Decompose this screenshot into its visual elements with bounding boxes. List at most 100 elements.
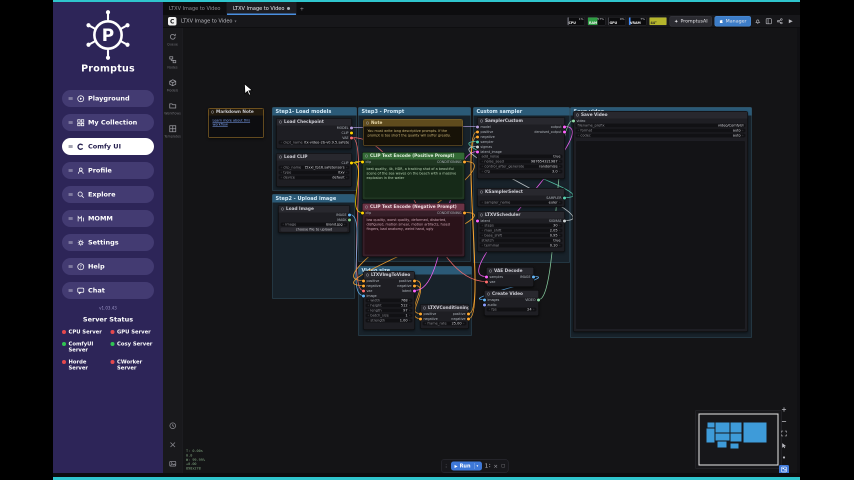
decrement-icon[interactable]: ‹ [283, 223, 284, 227]
collapse-dot-icon[interactable] [480, 214, 483, 217]
fit-view-button[interactable] [779, 429, 789, 438]
widget-format[interactable]: ‹formatauto› [576, 129, 746, 133]
widget-ckpt_name[interactable]: ‹ckpt_nameltx-video-2b-v0.9.5.safetensor… [279, 141, 350, 145]
workflow-tab[interactable]: LTXV Image to Video [163, 2, 227, 15]
widget-max_shift[interactable]: ‹max_shift2.05› [480, 229, 563, 233]
share-icon[interactable] [776, 17, 785, 26]
node-clip-positive[interactable]: CLIP Text Encode (Positive Prompt)clipCO… [362, 152, 465, 200]
widget-height[interactable]: ‹height512› [366, 304, 413, 308]
increment-icon[interactable]: › [559, 224, 560, 228]
collapse-dot-icon[interactable] [366, 274, 369, 277]
output-port-positive[interactable] [467, 313, 470, 316]
decrement-icon[interactable]: ‹ [578, 134, 579, 138]
decrement-icon[interactable]: ‹ [482, 201, 483, 205]
increment-icon[interactable]: › [346, 171, 347, 175]
batch-count-stepper[interactable]: 1 ▴▾ [485, 463, 491, 469]
widget-add_noise[interactable]: add_noisetrue [480, 155, 563, 159]
zoom-out-button[interactable] [779, 417, 789, 426]
decrement-icon[interactable]: ‹ [368, 319, 369, 323]
collapse-dot-icon[interactable] [576, 114, 579, 117]
workflow-help-link[interactable]: Learn more about this workflow [213, 119, 260, 127]
node-sampler-custom[interactable]: SamplerCustommodeloutputpositivedenoised… [477, 117, 565, 179]
sidebar-item-help[interactable]: ≡?Help [62, 258, 154, 275]
node-ksampler-select[interactable]: KSamplerSelectSAMPLER‹sampler_nameeuler› [477, 188, 565, 207]
increment-icon[interactable]: › [559, 201, 560, 205]
tool-templates[interactable]: Templates [163, 125, 182, 138]
output-port-negative[interactable] [413, 285, 416, 288]
widget-choose-file-to-upload[interactable]: choose file to upload [281, 228, 348, 232]
workflow-name[interactable]: LTXV Image to Video [181, 19, 232, 25]
widget-strength[interactable]: ‹strength1.00› [366, 319, 413, 323]
zoom-in-button[interactable] [779, 405, 789, 414]
input-port-video[interactable] [572, 120, 575, 123]
increment-icon[interactable]: › [409, 304, 410, 308]
comfyui-logo[interactable]: C [168, 17, 177, 26]
tool-gallery[interactable] [163, 460, 182, 470]
collapse-dot-icon[interactable] [365, 206, 368, 209]
widget-image[interactable]: ‹imageisland.jpg› [281, 223, 348, 227]
widget-device[interactable]: ‹devicedefault› [279, 176, 350, 180]
increment-icon[interactable]: › [559, 165, 560, 169]
node-load-image[interactable]: Load ImageIMAGEMASK‹imageisland.jpg›choo… [278, 205, 350, 233]
output-port-SAMPLER[interactable] [563, 197, 566, 200]
collapse-dot-icon[interactable] [489, 270, 492, 273]
widget-noise_seed[interactable]: ‹noise_seed987654321987› [480, 160, 563, 164]
input-port-clip[interactable] [361, 161, 364, 164]
increment-icon[interactable]: › [409, 299, 410, 303]
input-port-positive[interactable] [362, 280, 365, 283]
decrement-icon[interactable]: ‹ [281, 166, 282, 170]
clear-queue-icon[interactable]: × [493, 463, 498, 470]
collapse-dot-icon[interactable] [211, 111, 214, 114]
sidebar-item-momm[interactable]: ≡MOMM [62, 210, 154, 227]
increment-icon[interactable]: › [346, 166, 347, 170]
collapse-icon[interactable] [787, 17, 796, 26]
node-load-clip[interactable]: Load CLIPCLIP‹clip_namet5xxl_fp16.safete… [276, 153, 352, 187]
decrement-icon[interactable]: ‹ [482, 224, 483, 228]
decrement-icon[interactable]: ‹ [368, 314, 369, 318]
manager-button[interactable]: Manager [715, 16, 751, 27]
widget-length[interactable]: ‹length97› [366, 309, 413, 313]
output-port-latent[interactable] [413, 290, 416, 293]
widget-control_after_generate[interactable]: ‹control_after_generaterandomize› [480, 165, 563, 169]
input-port-model[interactable] [476, 126, 479, 129]
widget-steps[interactable]: ‹steps30› [480, 224, 563, 228]
collapse-dot-icon[interactable] [279, 121, 282, 124]
output-port-negative[interactable] [467, 318, 470, 321]
decrement-icon[interactable]: ‹ [425, 322, 426, 326]
widget-sampler_name[interactable]: ‹sampler_nameeuler› [480, 201, 563, 205]
sidebar-item-playground[interactable]: ≡Playground [62, 90, 154, 107]
output-port-IMAGE[interactable] [532, 276, 535, 279]
input-port-clip[interactable] [361, 212, 364, 215]
node-note[interactable]: NoteYou must write long descriptive prom… [363, 119, 463, 146]
collapse-dot-icon[interactable] [279, 156, 282, 159]
sidebar-item-profile[interactable]: ≡Profile [62, 162, 154, 179]
input-port-positive[interactable] [476, 131, 479, 134]
increment-icon[interactable]: › [344, 223, 345, 227]
sidebar-item-settings[interactable]: ≡Settings [62, 234, 154, 251]
decrement-icon[interactable]: ‹ [482, 160, 483, 164]
output-port-output[interactable] [563, 126, 566, 129]
increment-icon[interactable]: › [463, 322, 464, 326]
tool-queue[interactable]: Queue [163, 33, 182, 46]
decrement-icon[interactable]: ‹ [482, 229, 483, 233]
output-port-CLIP[interactable] [350, 162, 353, 165]
increment-icon[interactable]: › [559, 234, 560, 238]
collapse-dot-icon[interactable] [480, 191, 483, 194]
queue-panel-icon[interactable]: ▢ [501, 464, 505, 469]
widget-terminal[interactable]: ‹terminal0.10› [480, 244, 563, 248]
tool-workflows[interactable]: Workflows [163, 102, 182, 115]
collapse-dot-icon[interactable] [365, 155, 368, 158]
input-port-samples[interactable] [485, 276, 488, 279]
node-ltxv-scheduler[interactable]: LTXVSchedulerlatentSIGMAS‹steps30›‹max_s… [477, 211, 565, 252]
decrement-icon[interactable]: ‹ [489, 308, 490, 312]
input-port-vae[interactable] [362, 290, 365, 293]
decrement-icon[interactable]: ‹ [368, 309, 369, 313]
sidebar-item-explore[interactable]: ≡Explore [62, 186, 154, 203]
decrement-icon[interactable]: ‹ [482, 244, 483, 248]
tool-model-library[interactable]: Models [163, 79, 182, 92]
text-widget[interactable]: low quality, worst quality, deformed, di… [365, 217, 463, 255]
output-port-VAE[interactable] [350, 137, 353, 140]
focus-button[interactable] [779, 453, 789, 462]
output-port-VIDEO[interactable] [537, 299, 540, 302]
decrement-icon[interactable]: ‹ [281, 171, 282, 175]
